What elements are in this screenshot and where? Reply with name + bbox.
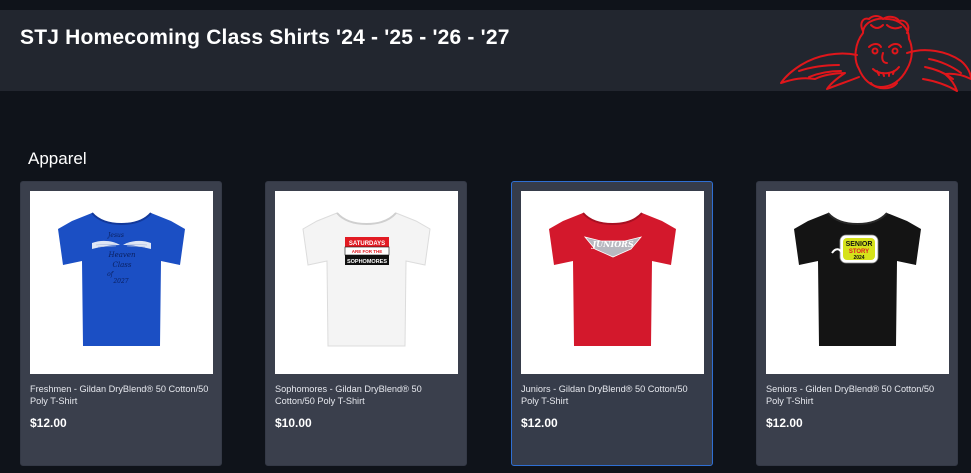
product-price-sophomores: $10.00: [275, 416, 312, 430]
print-line-0: Jesus: [106, 232, 124, 239]
product-card-sophomores[interactable]: SATURDAYS ARE FOR THE SOPHOMORES Sophomo…: [265, 181, 467, 466]
print-line-0: SATURDAYS: [349, 241, 385, 247]
print-line-1: Heaven: [107, 251, 136, 259]
mascot-logo-icon: [780, 15, 971, 92]
product-image-freshmen[interactable]: Jesus Heaven Class of 2027: [30, 191, 213, 374]
product-card-juniors[interactable]: JUNIORS Juniors - Gildan DryBlend® 50 Co…: [511, 181, 713, 466]
store-title: STJ Homecoming Class Shirts '24 - '25 - …: [20, 26, 510, 49]
print-line-2: SOPHOMORES: [347, 259, 387, 265]
tshirt-juniors-icon: JUNIORS: [549, 212, 676, 346]
store-header: STJ Homecoming Class Shirts '24 - '25 - …: [0, 10, 971, 92]
product-price-freshmen: $12.00: [30, 416, 67, 430]
print-line-0: SENIOR: [846, 241, 873, 248]
product-image-juniors[interactable]: JUNIORS: [521, 191, 704, 374]
product-image-seniors[interactable]: SENIOR STORY 2024: [766, 191, 949, 374]
product-image-sophomores[interactable]: SATURDAYS ARE FOR THE SOPHOMORES: [275, 191, 458, 374]
print-line-2: 2024: [853, 255, 864, 261]
product-card-seniors[interactable]: SENIOR STORY 2024 Seniors - Gilden DryBl…: [756, 181, 958, 466]
tshirt-sophomores-icon: SATURDAYS ARE FOR THE SOPHOMORES: [302, 212, 431, 347]
product-price-juniors: $12.00: [521, 416, 558, 430]
product-name-seniors[interactable]: Seniors - Gilden DryBlend® 50 Cotton/50 …: [766, 383, 952, 407]
top-strip: [0, 0, 971, 10]
tshirt-freshmen-icon: Jesus Heaven Class of 2027: [58, 212, 185, 346]
product-name-sophomores[interactable]: Sophomores - Gildan DryBlend® 50 Cotton/…: [275, 383, 461, 407]
tshirt-seniors-icon: SENIOR STORY 2024: [794, 212, 921, 346]
print-line-1: ARE FOR THE: [352, 249, 383, 254]
print-line-4: 2027: [112, 278, 128, 285]
product-card-freshmen[interactable]: Jesus Heaven Class of 2027 Freshmen - Gi…: [20, 181, 222, 466]
product-name-juniors[interactable]: Juniors - Gildan DryBlend® 50 Cotton/50 …: [521, 383, 707, 407]
product-name-freshmen[interactable]: Freshmen - Gildan DryBlend® 50 Cotton/50…: [30, 383, 216, 407]
print-line-0: JUNIORS: [590, 239, 633, 249]
section-title-apparel: Apparel: [28, 149, 87, 168]
print-line-2: Class: [113, 261, 132, 269]
product-price-seniors: $12.00: [766, 416, 803, 430]
